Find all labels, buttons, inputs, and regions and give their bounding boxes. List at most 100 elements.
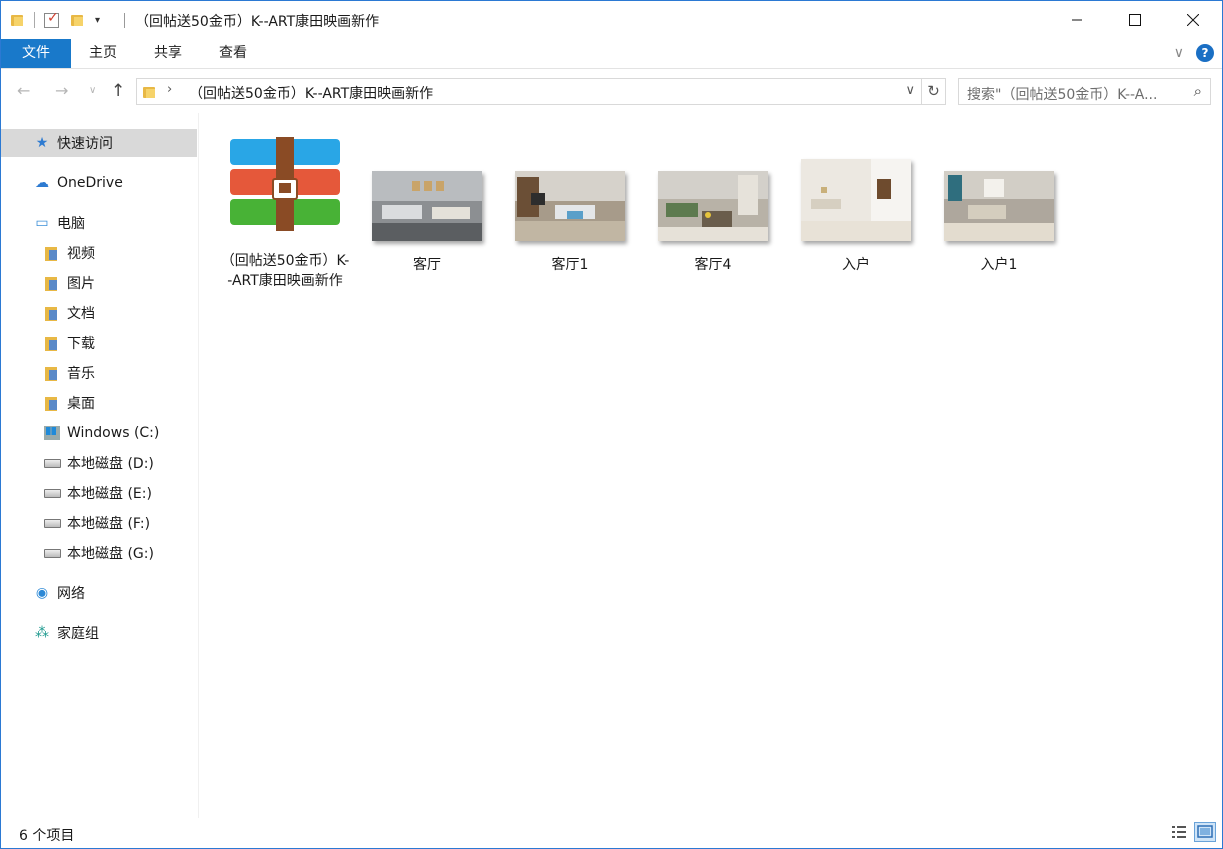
sidebar-item-drive-d[interactable]: 本地磁盘 (D:)	[1, 449, 197, 477]
sidebar-item-drive-g[interactable]: 本地磁盘 (G:)	[1, 539, 197, 567]
sidebar-item-desktop[interactable]: 桌面	[1, 389, 197, 417]
downloads-folder-icon	[45, 335, 59, 351]
back-arrow-icon[interactable]: ←	[17, 81, 30, 100]
sidebar-item-label: 视频	[67, 246, 95, 262]
tab-file[interactable]: 文件	[1, 39, 71, 68]
file-name: 入户1	[980, 257, 1018, 273]
disk-drive-icon	[43, 458, 61, 468]
up-arrow-icon[interactable]: ↑	[111, 81, 125, 101]
divider	[124, 13, 125, 28]
computer-icon: ▭	[35, 215, 49, 231]
search-placeholder: 搜索"（回帖送50金币）K--A...	[967, 87, 1158, 103]
sidebar-item-label: 电脑	[57, 216, 85, 232]
file-item-archive[interactable]: （回帖送50金币）K--ART康田映画新作	[220, 135, 350, 291]
close-icon	[1187, 14, 1199, 26]
large-icons-view-button[interactable]	[1194, 822, 1216, 842]
sidebar-item-label: 音乐	[67, 366, 95, 382]
divider	[34, 12, 35, 28]
file-item-image[interactable]: 入户1	[934, 171, 1064, 275]
search-input[interactable]: 搜索"（回帖送50金币）K--A... ⌕	[958, 78, 1211, 105]
minimize-button[interactable]	[1048, 1, 1106, 39]
window-title: （回帖送50金币）K--ART康田映画新作	[135, 14, 380, 30]
disk-drive-icon	[43, 518, 61, 528]
cloud-icon: ☁	[35, 175, 49, 191]
sidebar-item-quick-access[interactable]: ★ 快速访问	[1, 129, 197, 157]
network-icon: ◉	[35, 585, 49, 601]
properties-icon[interactable]	[44, 10, 59, 28]
sidebar-item-label: 网络	[57, 586, 85, 602]
ribbon-tabs: 文件 主页 共享 查看 ∨ ?	[1, 39, 1222, 69]
minimize-icon	[1072, 19, 1082, 21]
view-switcher	[1168, 822, 1216, 842]
customize-toolbar-icon[interactable]: ▾	[95, 15, 100, 26]
sidebar-item-label: 桌面	[67, 396, 95, 412]
sidebar-item-label: 本地磁盘 (F:)	[67, 516, 151, 532]
tab-home[interactable]: 主页	[81, 39, 125, 68]
sidebar-item-onedrive[interactable]: ☁ OneDrive	[1, 169, 197, 197]
image-thumbnail	[515, 171, 625, 241]
address-bar[interactable]: › （回帖送50金币）K--ART康田映画新作 ∨	[136, 78, 922, 105]
sidebar-item-network[interactable]: ◉ 网络	[1, 579, 197, 607]
new-folder-icon[interactable]	[71, 13, 85, 27]
tab-share[interactable]: 共享	[146, 39, 190, 68]
desktop-folder-icon	[45, 395, 59, 411]
file-name: 客厅	[413, 257, 441, 273]
forward-arrow-icon[interactable]: →	[55, 81, 68, 100]
sidebar-item-documents[interactable]: 文档	[1, 299, 197, 327]
sidebar-item-label: 快速访问	[57, 136, 113, 152]
details-view-button[interactable]	[1168, 822, 1190, 842]
details-view-icon	[1172, 826, 1186, 838]
tab-view[interactable]: 查看	[211, 39, 255, 68]
star-icon: ★	[35, 135, 49, 151]
recent-locations-icon[interactable]: ∨	[89, 85, 96, 96]
file-item-image[interactable]: 客厅	[362, 171, 492, 275]
sidebar-item-music[interactable]: 音乐	[1, 359, 197, 387]
file-name: 入户	[842, 257, 870, 273]
sidebar-item-label: 下载	[67, 336, 95, 352]
sidebar-item-homegroup[interactable]: ⁂ 家庭组	[1, 619, 197, 647]
sidebar-item-drive-f[interactable]: 本地磁盘 (F:)	[1, 509, 197, 537]
file-item-image[interactable]: 客厅1	[505, 171, 635, 275]
refresh-button[interactable]: ↻	[922, 78, 946, 105]
sidebar-item-label: 本地磁盘 (D:)	[67, 456, 154, 472]
maximize-icon	[1129, 14, 1141, 26]
sidebar-item-pictures[interactable]: 图片	[1, 269, 197, 297]
sidebar-item-this-pc[interactable]: ▭ 电脑	[1, 209, 197, 237]
file-name: （回帖送50金币）K--ART康田映画新作	[220, 253, 350, 289]
quick-access-toolbar: ▾	[11, 10, 100, 30]
breadcrumb-chevron-icon[interactable]: ›	[167, 82, 172, 97]
title-bar: ▾ （回帖送50金币）K--ART康田映画新作	[1, 1, 1222, 39]
close-button[interactable]	[1164, 1, 1222, 39]
file-list: （回帖送50金币）K--ART康田映画新作 客厅 客厅1 客厅4 入户 入户1	[200, 113, 1222, 818]
sidebar-item-label: OneDrive	[57, 175, 123, 191]
window-controls	[1048, 1, 1222, 39]
breadcrumb-current[interactable]: （回帖送50金币）K--ART康田映画新作	[189, 83, 433, 103]
navigation-bar: ← → ∨ ↑ › （回帖送50金币）K--ART康田映画新作 ∨ ↻ 搜索"（…	[1, 69, 1222, 113]
disk-drive-icon	[43, 488, 61, 498]
sidebar-item-label: 本地磁盘 (G:)	[67, 546, 154, 562]
sidebar-item-label: 本地磁盘 (E:)	[67, 486, 152, 502]
file-item-image[interactable]: 入户	[791, 159, 921, 275]
help-icon[interactable]: ?	[1196, 44, 1214, 62]
disk-drive-icon	[43, 548, 61, 558]
sidebar-item-label: 文档	[67, 306, 95, 322]
sidebar-item-drive-e[interactable]: 本地磁盘 (E:)	[1, 479, 197, 507]
file-item-image[interactable]: 客厅4	[648, 171, 778, 275]
file-name: 客厅4	[694, 257, 732, 273]
image-thumbnail	[658, 171, 768, 241]
sidebar-item-drive-c[interactable]: Windows (C:)	[1, 419, 197, 447]
sidebar-item-label: 家庭组	[57, 626, 99, 642]
item-count: 6 个项目	[19, 828, 75, 844]
expand-ribbon-icon[interactable]: ∨	[1174, 45, 1184, 61]
windows-drive-icon	[44, 426, 60, 440]
sidebar-item-label: Windows (C:)	[67, 425, 160, 441]
maximize-button[interactable]	[1106, 1, 1164, 39]
address-dropdown-icon[interactable]: ∨	[905, 83, 915, 98]
pictures-folder-icon	[45, 275, 59, 291]
sidebar-item-videos[interactable]: 视频	[1, 239, 197, 267]
folder-icon	[11, 13, 25, 27]
file-name: 客厅1	[551, 257, 589, 273]
sidebar-item-downloads[interactable]: 下载	[1, 329, 197, 357]
sidebar-item-label: 图片	[67, 276, 95, 292]
ribbon-controls: ∨ ?	[1174, 44, 1214, 62]
